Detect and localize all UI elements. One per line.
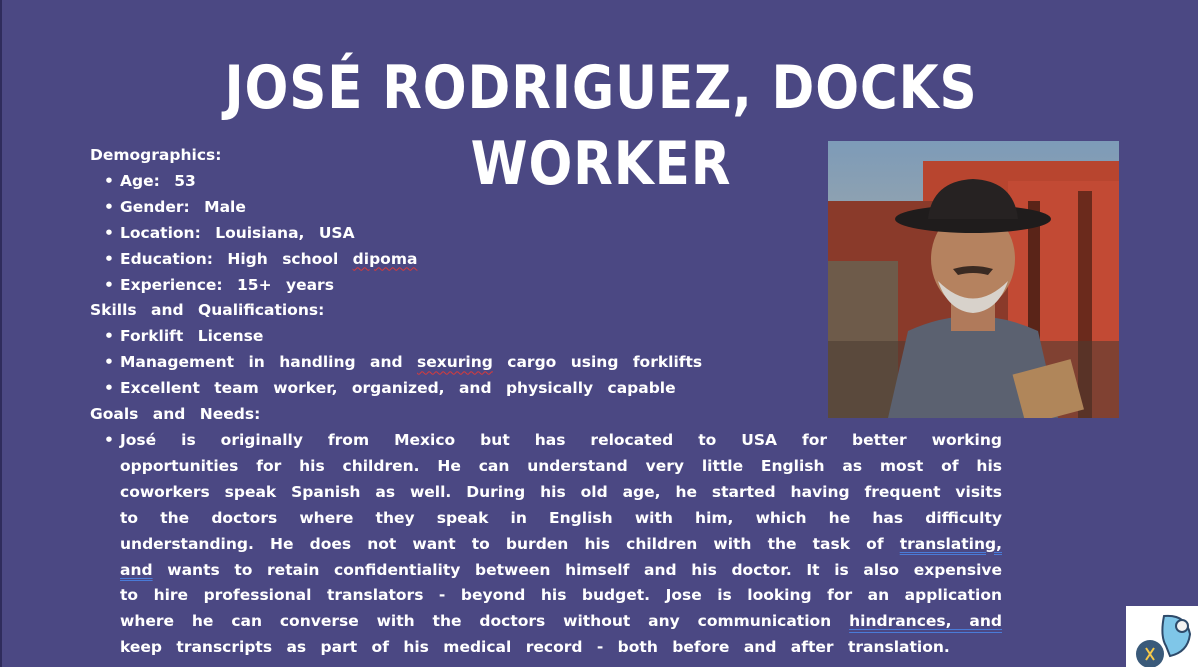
item-value: Louisiana, USA bbox=[215, 223, 355, 242]
item-value: High school bbox=[227, 249, 339, 268]
item-text: Management in handling and bbox=[120, 353, 403, 372]
item-value: 53 bbox=[174, 171, 196, 190]
misspelled-word[interactable]: dipoma bbox=[353, 250, 418, 268]
item-text: cargo using forklifts bbox=[507, 353, 703, 372]
item-value: 15+ years bbox=[237, 275, 334, 294]
slide: JOSÉ RODRIGUEZ, DOCKS WORKER Demographic… bbox=[0, 0, 1198, 667]
item-label: Gender: bbox=[120, 197, 190, 216]
item-value: Male bbox=[204, 197, 246, 216]
paragraph-text: keep transcripts as part of his medical … bbox=[120, 638, 950, 657]
goals-paragraph: José is originally from Mexico but has r… bbox=[104, 428, 1002, 661]
item-label: Experience: bbox=[120, 275, 223, 294]
portrait-photo bbox=[828, 141, 1119, 418]
item-label: Education: bbox=[120, 249, 213, 268]
item-label: Location: bbox=[120, 223, 201, 242]
grammar-flag[interactable]: hindrances, and bbox=[849, 612, 1002, 630]
item-label: Age: bbox=[120, 171, 160, 190]
translate-logo-graphic bbox=[1136, 614, 1192, 667]
paragraph-text: José is originally from Mexico but has r… bbox=[120, 430, 1002, 553]
goals-list: José is originally from Mexico but has r… bbox=[90, 428, 1010, 661]
portrait-illustration bbox=[828, 141, 1119, 418]
translation-app-logo-icon bbox=[1126, 606, 1198, 667]
misspelled-word[interactable]: sexuring bbox=[417, 353, 493, 371]
